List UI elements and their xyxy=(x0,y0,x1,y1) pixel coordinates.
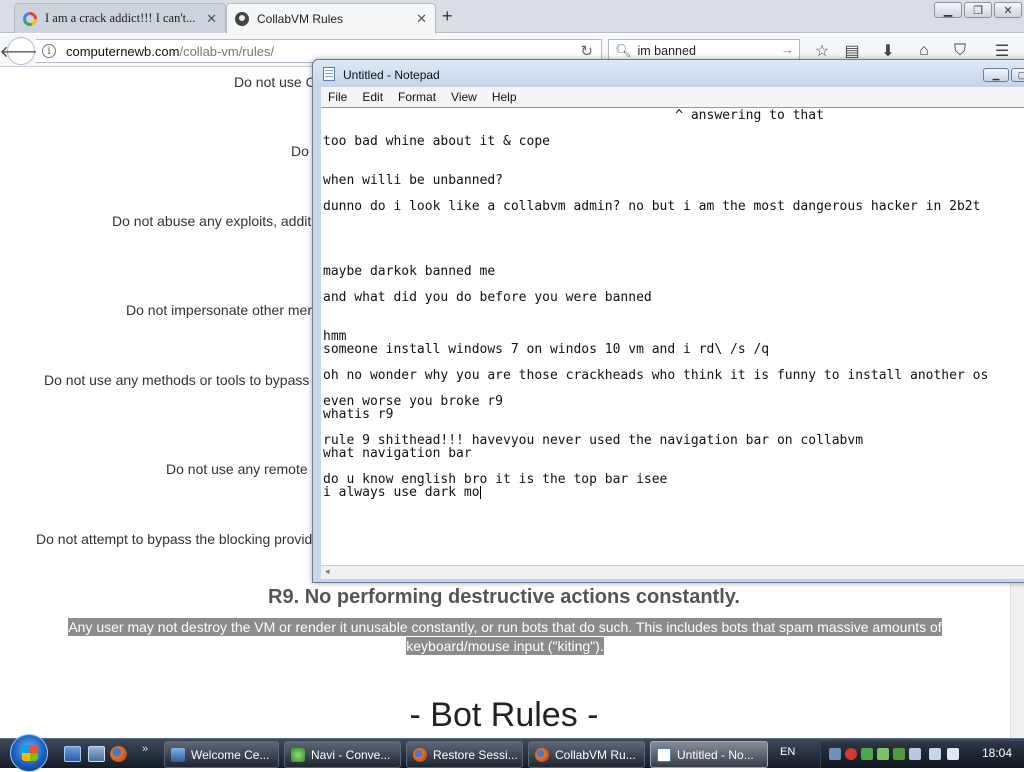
quick-launch-more-icon[interactable]: » xyxy=(142,743,148,755)
notepad-title: Untitled - Notepad xyxy=(343,68,440,82)
update-icon[interactable] xyxy=(877,748,889,760)
text-line: i always use dark mo xyxy=(323,485,480,500)
taskbar: » Welcome Ce... Navi - Conve... Restore … xyxy=(0,734,1024,772)
search-icon: 🔍︎ xyxy=(615,43,632,58)
network-icon[interactable] xyxy=(829,748,841,760)
chat-icon xyxy=(291,747,305,762)
firefox-icon xyxy=(413,747,427,762)
text-line: maybe darkok banned me xyxy=(323,264,496,279)
info-icon[interactable]: i xyxy=(42,44,56,58)
chat-tray-icon[interactable] xyxy=(861,748,873,760)
new-tab-button[interactable]: + xyxy=(442,6,453,27)
text-line: and what did you do before you were bann… xyxy=(323,290,652,305)
text-caret xyxy=(479,486,481,499)
rule-line: Do not use any remote xyxy=(166,461,308,477)
task-label: CollabVM Ru... xyxy=(555,747,636,762)
scroll-left-icon[interactable]: ◂ xyxy=(325,566,330,577)
start-button[interactable] xyxy=(10,734,48,772)
rule-line: Do not use any methods or tools to bypas… xyxy=(44,372,310,388)
text-line: too bad whine about it & cope xyxy=(323,134,550,149)
notepad-minimize-button[interactable]: ▁ xyxy=(983,68,1009,82)
text-line: ^ answering to that xyxy=(323,108,824,123)
notepad-title-bar[interactable]: Untitled - Notepad ▁ ▢ xyxy=(313,60,1024,87)
rule-line: Do not use C xyxy=(234,74,316,90)
close-tab-icon[interactable]: ✕ xyxy=(206,11,217,27)
rule-line: Do not impersonate other mer xyxy=(126,302,312,318)
menu-help[interactable]: Help xyxy=(485,90,525,104)
clock[interactable]: 18:04 xyxy=(982,746,1012,760)
tab-collabvm-rules[interactable]: CollabVM Rules ✕ xyxy=(226,3,436,34)
task-label: Welcome Ce... xyxy=(191,747,270,762)
language-indicator[interactable]: EN xyxy=(780,746,795,758)
reload-icon[interactable]: ↻ xyxy=(580,42,593,60)
back-button[interactable]: 🡐 xyxy=(0,37,42,65)
display-icon[interactable] xyxy=(909,748,921,760)
search-go-icon[interactable]: → xyxy=(781,42,794,57)
notepad-icon xyxy=(323,67,335,81)
network-connection-icon[interactable] xyxy=(929,748,941,760)
tab-title: CollabVM Rules xyxy=(257,12,344,26)
text-line: what navigation bar xyxy=(323,446,472,461)
menu-edit[interactable]: Edit xyxy=(355,90,391,104)
firefox-icon[interactable] xyxy=(110,746,127,762)
notepad-horizontal-scrollbar[interactable]: ◂ xyxy=(321,565,1024,579)
rule-9-description: Any user may not destroy the VM or rende… xyxy=(58,618,952,656)
maximize-button[interactable]: ❐ xyxy=(964,2,992,18)
safely-remove-icon[interactable] xyxy=(893,748,905,760)
taskbar-navi-conversation[interactable]: Navi - Conve... xyxy=(284,741,401,768)
text-line-last: i always use dark mo xyxy=(323,485,481,500)
menu-view[interactable]: View xyxy=(444,90,485,104)
close-tab-icon[interactable]: ✕ xyxy=(416,11,427,27)
rule-line: Do not abuse any exploits, addit xyxy=(112,213,312,229)
show-desktop-icon[interactable] xyxy=(64,746,81,762)
notepad-text-area[interactable]: ^ answering to that too bad whine about … xyxy=(321,107,1024,565)
browser-tab-bar: I am a crack addict!!! I can't... ✕ Coll… xyxy=(0,0,1024,34)
notepad-window: Untitled - Notepad ▁ ▢ File Edit Format … xyxy=(312,59,1024,583)
text-line: when willi be unbanned? xyxy=(323,173,504,188)
taskbar-collabvm-rules[interactable]: CollabVM Ru... xyxy=(528,741,645,768)
rule-9-heading: R9. No performing destructive actions co… xyxy=(268,586,740,608)
notepad-maximize-button[interactable]: ▢ xyxy=(1011,68,1024,82)
text-line: oh no wonder why you are those crackhead… xyxy=(323,368,989,383)
security-alert-icon[interactable] xyxy=(845,748,857,760)
text-line: dunno do i look like a collabvm admin? n… xyxy=(323,199,981,214)
close-window-button[interactable]: ✕ xyxy=(994,2,1022,18)
task-label: Navi - Conve... xyxy=(311,747,391,762)
google-icon xyxy=(23,11,37,26)
taskbar-notepad[interactable]: Untitled - No... xyxy=(650,741,768,768)
switch-windows-icon[interactable] xyxy=(88,746,105,762)
volume-icon[interactable] xyxy=(947,748,959,760)
minimize-button[interactable]: ▁ xyxy=(934,2,962,18)
url-path: /collab-vm/rules/ xyxy=(179,43,275,59)
firefox-icon xyxy=(535,747,549,762)
text-line: whatis r9 xyxy=(323,407,394,422)
notepad-menu-bar: File Edit Format View Help xyxy=(321,87,1024,107)
taskbar-restore-session[interactable]: Restore Sessi... xyxy=(406,741,523,768)
url-host: computernewb.com xyxy=(66,43,180,59)
notepad-icon xyxy=(657,747,671,762)
bot-rules-heading: - Bot Rules - xyxy=(409,696,599,734)
text-line: someone install windows 7 on windos 10 v… xyxy=(323,342,770,357)
rule-line: Do xyxy=(291,143,309,159)
rule-9-text-line-1: Any user may not destroy the VM or rende… xyxy=(68,618,942,636)
tab-crack-addict[interactable]: I am a crack addict!!! I can't... ✕ xyxy=(14,3,226,33)
rule-9-text-line-2: keyboard/mouse input ("kiting"). xyxy=(406,637,604,655)
rule-line: Do not attempt to bypass the blocking pr… xyxy=(36,531,313,547)
collabvm-icon xyxy=(235,12,249,26)
menu-format[interactable]: Format xyxy=(391,90,444,104)
welcome-center-icon xyxy=(171,747,185,762)
task-label: Restore Sessi... xyxy=(433,747,518,762)
search-value: im banned xyxy=(637,44,696,58)
menu-file[interactable]: File xyxy=(321,90,355,104)
taskbar-welcome-center[interactable]: Welcome Ce... xyxy=(164,741,279,768)
task-label: Untitled - No... xyxy=(677,747,754,762)
tab-title: I am a crack addict!!! I can't... xyxy=(45,11,196,25)
